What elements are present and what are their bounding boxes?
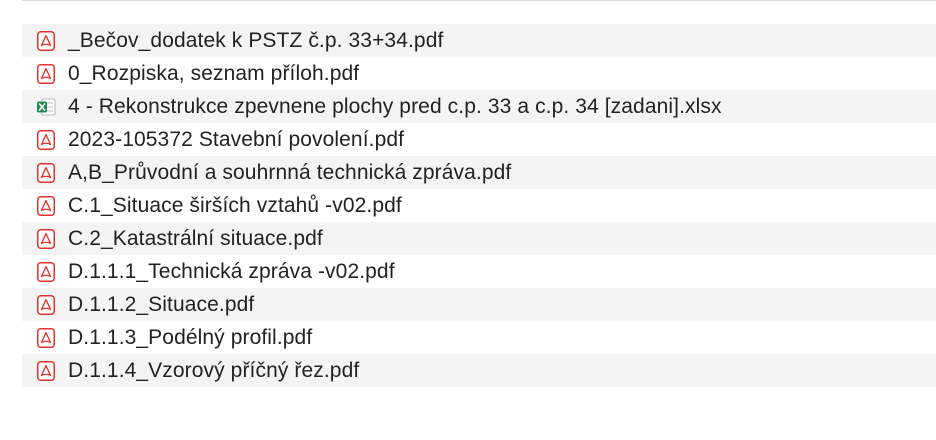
file-name: A,B_Průvodní a souhrnná technická zpráva… [68,160,512,184]
pdf-icon [36,327,56,349]
file-name: C.1_Situace širších vztahů -v02.pdf [68,193,402,217]
file-row[interactable]: A,B_Průvodní a souhrnná technická zpráva… [22,156,936,189]
file-row[interactable]: D.1.1.3_Podélný profil.pdf [22,321,936,354]
file-name: D.1.1.1_Technická zpráva -v02.pdf [68,259,395,283]
file-row[interactable]: _Bečov_dodatek k PSTZ č.p. 33+34.pdf [22,24,936,57]
pdf-icon [36,129,56,151]
file-name: 2023-105372 Stavební povolení.pdf [68,127,405,151]
file-row[interactable]: 4 - Rekonstrukce zpevnene plochy pred c.… [22,90,936,123]
file-row[interactable]: 2023-105372 Stavební povolení.pdf [22,123,936,156]
file-row[interactable]: C.2_Katastrální situace.pdf [22,222,936,255]
file-row[interactable]: D.1.1.1_Technická zpráva -v02.pdf [22,255,936,288]
file-list: _Bečov_dodatek k PSTZ č.p. 33+34.pdf 0_R… [0,0,936,440]
file-row[interactable]: D.1.1.2_Situace.pdf [22,288,936,321]
divider [22,0,936,1]
file-name: D.1.1.4_Vzorový příčný řez.pdf [68,358,360,382]
file-row[interactable]: D.1.1.4_Vzorový příčný řez.pdf [22,354,936,387]
file-name: _Bečov_dodatek k PSTZ č.p. 33+34.pdf [68,28,444,52]
file-row[interactable]: 0_Rozpiska, seznam příloh.pdf [22,57,936,90]
file-row[interactable]: C.1_Situace širších vztahů -v02.pdf [22,189,936,222]
pdf-icon [36,360,56,382]
pdf-icon [36,195,56,217]
xlsx-icon [36,96,56,118]
pdf-icon [36,30,56,52]
file-name: 0_Rozpiska, seznam příloh.pdf [68,61,360,85]
file-name: 4 - Rekonstrukce zpevnene plochy pred c.… [68,94,722,118]
pdf-icon [36,63,56,85]
file-name: C.2_Katastrální situace.pdf [68,226,323,250]
file-name: D.1.1.2_Situace.pdf [68,292,255,316]
pdf-icon [36,228,56,250]
pdf-icon [36,162,56,184]
pdf-icon [36,261,56,283]
pdf-icon [36,294,56,316]
file-name: D.1.1.3_Podélný profil.pdf [68,325,313,349]
